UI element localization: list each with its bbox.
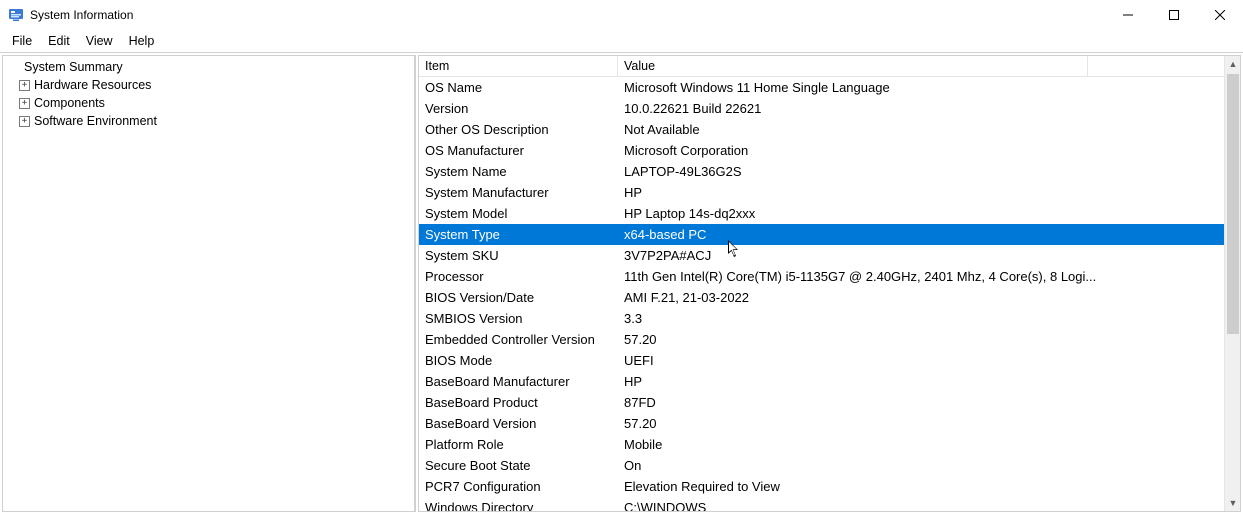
cell-value: Elevation Required to View — [618, 479, 1224, 494]
cell-value: On — [618, 458, 1224, 473]
cell-item: Other OS Description — [419, 122, 618, 137]
cell-item: BaseBoard Manufacturer — [419, 374, 618, 389]
close-button[interactable] — [1197, 0, 1243, 30]
minimize-button[interactable] — [1105, 0, 1151, 30]
cell-item: Platform Role — [419, 437, 618, 452]
content-split: System Summary + Hardware Resources + Compo… — [0, 52, 1243, 514]
cell-value: 87FD — [618, 395, 1224, 410]
table-row[interactable]: BIOS Version/DateAMI F.21, 21-03-2022 — [419, 287, 1224, 308]
cell-value: 57.20 — [618, 332, 1224, 347]
cell-item: Windows Directory — [419, 500, 618, 511]
cell-value: Not Available — [618, 122, 1224, 137]
menu-file[interactable]: File — [4, 32, 40, 50]
cell-item: Processor — [419, 269, 618, 284]
cell-value: UEFI — [618, 353, 1224, 368]
cell-item: BIOS Mode — [419, 353, 618, 368]
tree-node[interactable]: + Software Environment — [5, 112, 412, 130]
column-header-value[interactable]: Value — [618, 56, 1088, 76]
column-header-spacer — [1088, 56, 1224, 76]
tree-node[interactable]: + Components — [5, 94, 412, 112]
cell-item: System Type — [419, 227, 618, 242]
cell-value: 3V7P2PA#ACJ — [618, 248, 1224, 263]
tree-node-label: Software Environment — [34, 114, 157, 128]
cell-value: 11th Gen Intel(R) Core(TM) i5-1135G7 @ 2… — [618, 269, 1224, 284]
cell-item: OS Manufacturer — [419, 143, 618, 158]
expand-icon[interactable]: + — [19, 116, 30, 127]
cell-item: SMBIOS Version — [419, 311, 618, 326]
cell-item: BIOS Version/Date — [419, 290, 618, 305]
table-row[interactable]: Processor11th Gen Intel(R) Core(TM) i5-1… — [419, 266, 1224, 287]
table-row[interactable]: SMBIOS Version3.3 — [419, 308, 1224, 329]
table-row[interactable]: OS ManufacturerMicrosoft Corporation — [419, 140, 1224, 161]
table-row[interactable]: System Typex64-based PC — [419, 224, 1224, 245]
cell-value: HP — [618, 185, 1224, 200]
table-row[interactable]: Embedded Controller Version57.20 — [419, 329, 1224, 350]
cell-value: C:\WINDOWS — [618, 500, 1224, 511]
maximize-button[interactable] — [1151, 0, 1197, 30]
cell-item: System Name — [419, 164, 618, 179]
table-row[interactable]: BaseBoard Product87FD — [419, 392, 1224, 413]
table-row[interactable]: PCR7 ConfigurationElevation Required to … — [419, 476, 1224, 497]
table-row[interactable]: BIOS ModeUEFI — [419, 350, 1224, 371]
cell-item: Secure Boot State — [419, 458, 618, 473]
cell-item: System SKU — [419, 248, 618, 263]
cell-value: x64-based PC — [618, 227, 1224, 242]
cell-value: 10.0.22621 Build 22621 — [618, 101, 1224, 116]
tree-root-system-summary[interactable]: System Summary — [5, 58, 412, 76]
tree-node-label: Components — [34, 96, 105, 110]
cell-value: AMI F.21, 21-03-2022 — [618, 290, 1224, 305]
table-row[interactable]: Secure Boot StateOn — [419, 455, 1224, 476]
cell-item: Embedded Controller Version — [419, 332, 618, 347]
scroll-up-arrow[interactable]: ▲ — [1225, 56, 1241, 72]
tree-node-label: Hardware Resources — [34, 78, 151, 92]
column-header-item[interactable]: Item — [419, 56, 618, 76]
tree-node[interactable]: + Hardware Resources — [5, 76, 412, 94]
detail-table: Item Value OS NameMicrosoft Windows 11 H… — [419, 56, 1224, 511]
table-row[interactable]: BaseBoard Version57.20 — [419, 413, 1224, 434]
table-row[interactable]: System ManufacturerHP — [419, 182, 1224, 203]
menu-bar: File Edit View Help — [0, 30, 1243, 52]
cell-value: 3.3 — [618, 311, 1224, 326]
cell-value: Microsoft Corporation — [618, 143, 1224, 158]
table-row[interactable]: System SKU3V7P2PA#ACJ — [419, 245, 1224, 266]
table-row[interactable]: Windows DirectoryC:\WINDOWS — [419, 497, 1224, 511]
cell-item: System Manufacturer — [419, 185, 618, 200]
cell-item: OS Name — [419, 80, 618, 95]
cell-item: Version — [419, 101, 618, 116]
window-controls — [1105, 0, 1243, 30]
table-row[interactable]: Other OS DescriptionNot Available — [419, 119, 1224, 140]
detail-header: Item Value — [419, 56, 1224, 77]
cell-value: LAPTOP-49L36G2S — [618, 164, 1224, 179]
window-title: System Information — [30, 8, 133, 22]
cell-value: HP — [618, 374, 1224, 389]
tree-root-label: System Summary — [24, 60, 123, 74]
table-row[interactable]: Version10.0.22621 Build 22621 — [419, 98, 1224, 119]
table-row[interactable]: System ModelHP Laptop 14s-dq2xxx — [419, 203, 1224, 224]
cell-item: BaseBoard Product — [419, 395, 618, 410]
menu-help[interactable]: Help — [121, 32, 163, 50]
detail-pane: Item Value OS NameMicrosoft Windows 11 H… — [418, 55, 1241, 512]
title-bar: System Information — [0, 0, 1243, 30]
table-row[interactable]: Platform RoleMobile — [419, 434, 1224, 455]
table-row[interactable]: System NameLAPTOP-49L36G2S — [419, 161, 1224, 182]
menu-view[interactable]: View — [78, 32, 121, 50]
cell-value: HP Laptop 14s-dq2xxx — [618, 206, 1224, 221]
cell-item: PCR7 Configuration — [419, 479, 618, 494]
menu-edit[interactable]: Edit — [40, 32, 78, 50]
detail-body[interactable]: OS NameMicrosoft Windows 11 Home Single … — [419, 77, 1224, 511]
cell-item: BaseBoard Version — [419, 416, 618, 431]
scrollbar-thumb[interactable] — [1227, 74, 1239, 334]
app-icon — [8, 7, 24, 23]
cell-value: Microsoft Windows 11 Home Single Languag… — [618, 80, 1224, 95]
table-row[interactable]: BaseBoard ManufacturerHP — [419, 371, 1224, 392]
cell-value: Mobile — [618, 437, 1224, 452]
expand-icon[interactable]: + — [19, 80, 30, 91]
scroll-down-arrow[interactable]: ▼ — [1225, 495, 1241, 511]
tree-pane[interactable]: System Summary + Hardware Resources + Compo… — [2, 55, 416, 512]
cell-value: 57.20 — [618, 416, 1224, 431]
cell-item: System Model — [419, 206, 618, 221]
table-row[interactable]: OS NameMicrosoft Windows 11 Home Single … — [419, 77, 1224, 98]
vertical-scrollbar[interactable]: ▲ ▼ — [1224, 56, 1240, 511]
expand-icon[interactable]: + — [19, 98, 30, 109]
